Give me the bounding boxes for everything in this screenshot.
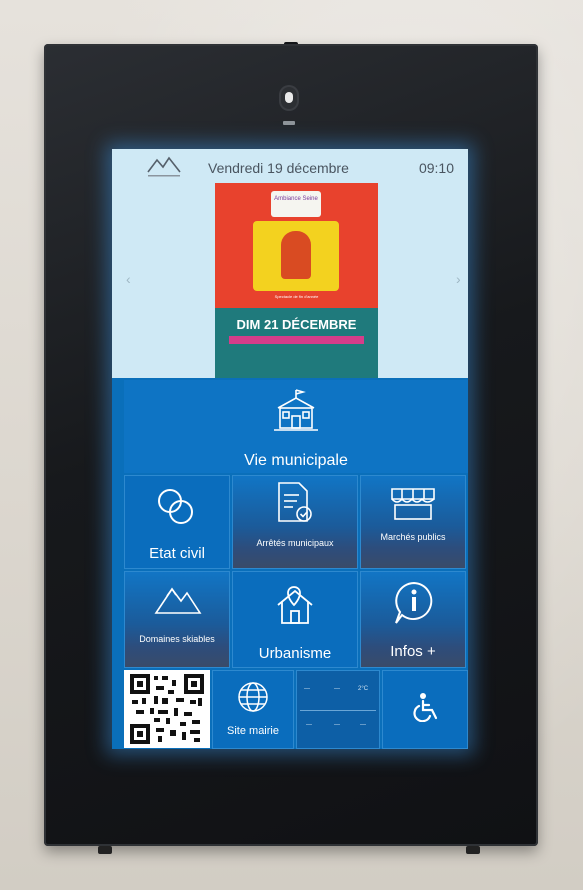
camera-icon <box>279 85 299 111</box>
document-check-icon <box>278 482 312 522</box>
urbanisme-label: Urbanisme <box>258 645 332 662</box>
etat-civil-label: Etat civil <box>149 545 205 562</box>
weather-widget[interactable]: — — 2°C — — — <box>296 670 380 749</box>
poster-strip <box>229 336 364 344</box>
carousel-next-button[interactable]: › <box>456 271 461 287</box>
domaines-skiables-tile[interactable]: Domaines skiables <box>124 571 230 668</box>
globe-icon <box>238 682 268 712</box>
qr-code <box>124 670 210 748</box>
kiosk-foot-right <box>466 846 480 854</box>
poster-header-area: Ambiance Seine Spectacle de fin d'année <box>215 183 378 308</box>
market-stall-icon <box>391 488 435 520</box>
etat-civil-tile[interactable]: Etat civil <box>124 475 230 569</box>
kiosk-screen: Vendredi 19 décembre 09:10 ‹ › Ambiance … <box>112 149 468 749</box>
sensor-icon <box>283 121 295 125</box>
header-time: 09:10 <box>418 160 454 176</box>
urbanisme-tile[interactable]: Urbanisme <box>232 571 358 668</box>
poster-subtitle: Spectacle de fin d'année <box>274 294 319 299</box>
event-poster[interactable]: Ambiance Seine Spectacle de fin d'année … <box>215 183 378 378</box>
poster-illustration <box>253 221 339 291</box>
rings-icon <box>158 489 193 524</box>
accessibility-tile[interactable] <box>382 670 468 749</box>
weather-bottom-2: — <box>334 722 340 728</box>
town-hall-icon <box>274 389 318 431</box>
house-location-icon <box>277 586 313 624</box>
header-date: Vendredi 19 décembre <box>208 160 349 176</box>
site-mairie-label: Site mairie <box>227 725 279 737</box>
weather-divider <box>300 710 376 711</box>
screen-header: Vendredi 19 décembre 09:10 <box>112 149 468 183</box>
arretes-municipaux-label: Arrêtés municipaux <box>256 538 334 548</box>
marches-publics-label: Marchés publics <box>380 532 446 542</box>
weather-top-3: 2°C <box>358 686 369 692</box>
kiosk-foot-left <box>98 846 112 854</box>
infos-plus-tile[interactable]: Infos + <box>360 571 466 668</box>
site-mairie-tile[interactable]: Site mairie <box>212 670 294 749</box>
mountain-icon <box>154 587 202 614</box>
marches-publics-tile[interactable]: Marchés publics <box>360 475 466 569</box>
arretes-municipaux-tile[interactable]: Arrêtés municipaux <box>232 475 358 569</box>
vie-municipale-label: Vie municipale <box>244 452 348 469</box>
poster-badge: Ambiance Seine <box>271 191 321 217</box>
infos-plus-label: Infos + <box>390 643 436 660</box>
poster-date-headline: DIM 21 DÉCEMBRE <box>236 317 357 332</box>
info-icon <box>395 581 433 624</box>
weather-bottom-1: — <box>306 722 312 728</box>
weather-top-2: — <box>334 686 340 692</box>
mountain-logo-icon <box>147 156 181 177</box>
domaines-skiables-label: Domaines skiables <box>139 634 215 644</box>
vie-municipale-tile[interactable]: Vie municipale <box>124 380 468 473</box>
wheelchair-icon <box>413 693 438 722</box>
weather-top-1: — <box>304 686 310 692</box>
qr-code-icon <box>130 674 204 744</box>
weather-bottom-3: — <box>360 722 366 728</box>
carousel-prev-button[interactable]: ‹ <box>126 271 131 287</box>
